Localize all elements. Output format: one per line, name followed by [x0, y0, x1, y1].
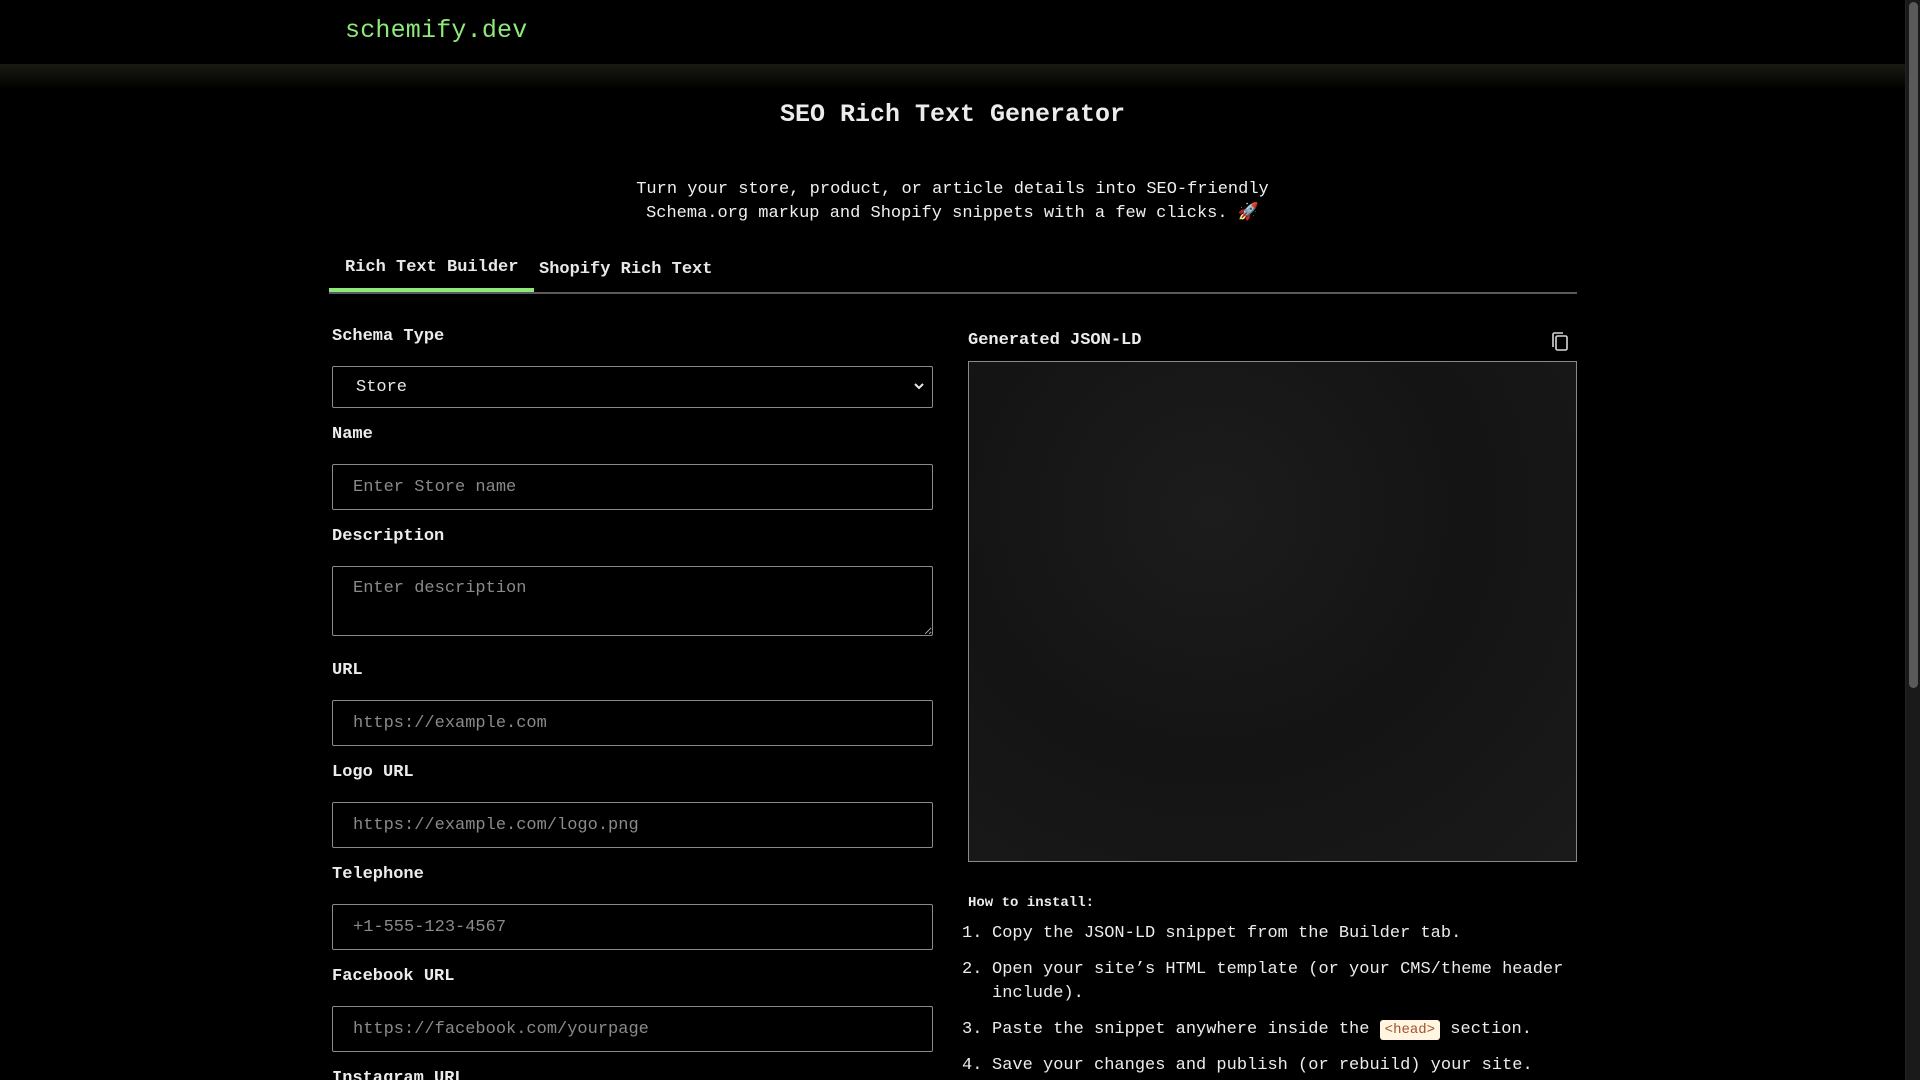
name-input[interactable] — [332, 464, 933, 510]
page-scrollbar[interactable] — [1905, 0, 1920, 1080]
telephone-label: Telephone — [332, 865, 424, 884]
step-text-before: Paste the snippet anywhere inside the — [992, 1020, 1370, 1039]
step-text: Save your changes and publish (or rebuil… — [992, 1056, 1533, 1075]
page-subtitle: Turn your store, product, or article det… — [0, 178, 1905, 226]
step-text-after: section. — [1450, 1020, 1532, 1039]
install-step: 3. Paste the snippet anywhere inside the… — [962, 1018, 1582, 1042]
tab-bar: Rich Text Builder Shopify Rich Text — [329, 252, 1577, 294]
telephone-input[interactable] — [332, 904, 933, 950]
page-title: SEO Rich Text Generator — [779, 100, 1126, 129]
description-textarea[interactable] — [332, 566, 933, 636]
name-label: Name — [332, 425, 373, 444]
copy-icon[interactable] — [1550, 331, 1570, 353]
install-step: 1. Copy the JSON-LD snippet from the Bui… — [962, 922, 1582, 946]
step-text: Copy the JSON-LD snippet from the Builde… — [992, 924, 1462, 943]
step-number: 4. — [962, 1056, 983, 1075]
url-input[interactable] — [332, 700, 933, 746]
url-label: URL — [332, 661, 363, 680]
json-ld-output-panel[interactable] — [968, 361, 1577, 862]
install-step: 2. Open your site’s HTML template (or yo… — [962, 958, 1582, 1006]
tab-rich-text-builder[interactable]: Rich Text Builder — [329, 250, 535, 292]
top-navbar: schemify.dev — [0, 0, 1905, 64]
schema-type-select[interactable]: Store — [332, 366, 933, 408]
logo-url-label: Logo URL — [332, 763, 414, 782]
subtitle-line-1: Turn your store, product, or article det… — [636, 180, 1269, 199]
json-ld-output-label: Generated JSON-LD — [968, 331, 1142, 350]
navbar-shadow — [0, 64, 1905, 90]
how-to-install-title: How to install: — [968, 895, 1095, 911]
instagram-url-label: Instagram URL — [332, 1069, 465, 1080]
tab-shopify-rich-text[interactable]: Shopify Rich Text — [523, 252, 728, 294]
step-text: Open your site’s HTML template (or your … — [992, 960, 1564, 1003]
step-number: 1. — [962, 924, 983, 943]
page: schemify.dev SEO Rich Text Generator Tur… — [0, 0, 1905, 1080]
facebook-url-input[interactable] — [332, 1006, 933, 1052]
install-step: 4. Save your changes and publish (or reb… — [962, 1054, 1582, 1078]
scrollbar-thumb[interactable] — [1909, 2, 1918, 688]
head-code-chip: <head> — [1379, 1020, 1441, 1040]
brand-logo-link[interactable]: schemify.dev — [345, 16, 527, 45]
subtitle-line-2: Schema.org markup and Shopify snippets w… — [646, 204, 1259, 223]
step-number: 2. — [962, 960, 983, 979]
step-number: 3. — [962, 1020, 983, 1039]
schema-type-label: Schema Type — [332, 327, 445, 346]
install-steps-list: 1. Copy the JSON-LD snippet from the Bui… — [962, 922, 1582, 1080]
logo-url-input[interactable] — [332, 802, 933, 848]
description-label: Description — [332, 527, 445, 546]
facebook-url-label: Facebook URL — [332, 967, 455, 986]
